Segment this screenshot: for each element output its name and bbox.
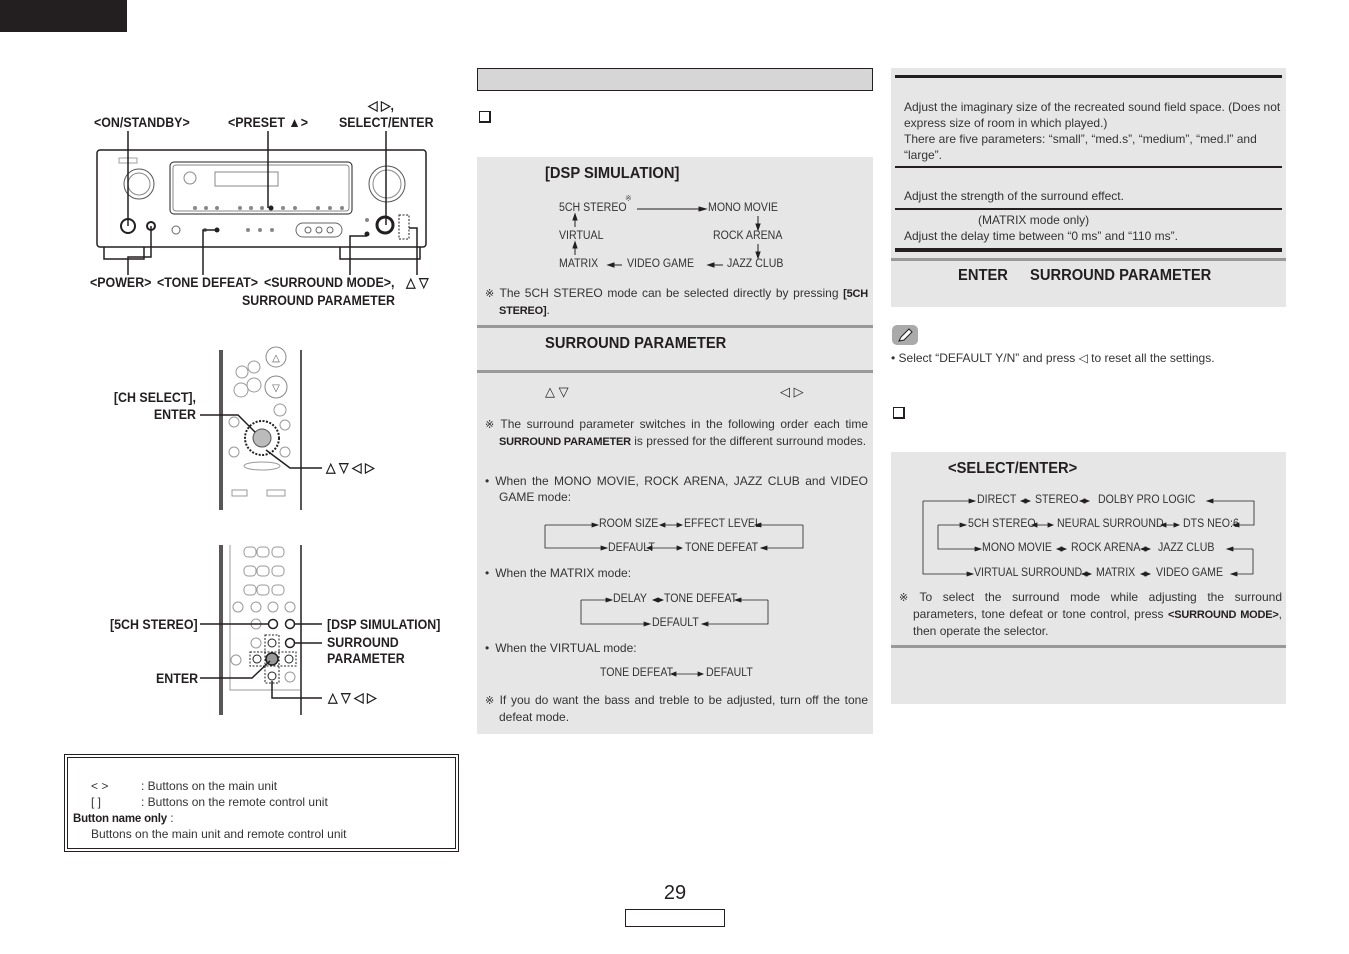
param-flow-arrows	[544, 522, 804, 677]
flow-virtual: VIRTUAL	[559, 230, 604, 242]
flow3-default: DEFAULT	[706, 667, 753, 679]
mode-virtual-surround: VIRTUAL SURROUND	[974, 567, 1083, 579]
svg-text:△: △	[272, 353, 280, 364]
delay-mode-note: (MATRIX mode only)	[978, 213, 1090, 227]
flow1-effect-level: EFFECT LEVEL	[684, 518, 761, 530]
page-number: 29	[663, 882, 687, 904]
mode-dts-neo6: DTS NEO:6	[1183, 518, 1239, 530]
5ch-stereo-label: [5CH STEREO]	[110, 617, 198, 632]
flow2-delay: DELAY	[613, 593, 647, 605]
mode-matrix: MATRIX	[1096, 567, 1136, 579]
section-header-bar	[477, 68, 873, 91]
mode-neural-surround: NEURAL SURROUND	[1057, 518, 1164, 530]
tone-defeat-label: <TONE DEFEAT>	[157, 275, 258, 290]
bullet-virtual-mode: • When the VIRTUAL mode:	[485, 641, 637, 655]
enter-label-remote2: ENTER	[156, 671, 199, 686]
flow2-tone-defeat: TONE DEFEAT	[664, 593, 738, 605]
surround-param-note: ※ The surround parameter switches in the …	[485, 417, 869, 448]
parameter-description-table: Adjust the imaginary size of the recreat…	[891, 68, 1286, 258]
mode-5ch-stereo: 5CH STEREO	[968, 518, 1036, 530]
dsp-simulation-label: [DSP SIMULATION]	[327, 617, 441, 632]
surround-mode-label: <SURROUND MODE>,	[264, 275, 395, 290]
dsp-note: ※ The 5CH STEREO mode can be selected dir…	[485, 286, 868, 317]
table-rule	[895, 208, 1282, 210]
mode-dolby-pro-logic: DOLBY PRO LOGIC	[1098, 494, 1196, 506]
symbol-legend-box: < >: Buttons on the main unit [ ]: Butto…	[64, 754, 459, 852]
flow1-tone-defeat: TONE DEFEAT	[685, 542, 759, 554]
select-enter-title: <SELECT/ENTER>	[948, 460, 1078, 477]
flow-rock-arena: ROCK ARENA	[713, 230, 783, 242]
legend-row-name-only: Button name only :	[73, 811, 174, 825]
svg-text:▽: ▽	[272, 383, 280, 394]
flow1-room-size: ROOM SIZE	[599, 518, 659, 530]
surround-label: SURROUND	[327, 635, 399, 650]
power-label: <POWER>	[90, 275, 152, 290]
legend-row-main-unit: < >: Buttons on the main unit	[91, 779, 278, 793]
mode-mono-movie: MONO MOVIE	[982, 542, 1052, 554]
table-rule	[895, 248, 1282, 252]
mode-flow-arrows	[922, 498, 1255, 577]
bullet-mono-movie-modes: • When the MONO MOVIE, ROCK ARENA, JAZZ C…	[485, 474, 868, 504]
on-standby-label: <ON/STANDBY>	[94, 115, 190, 130]
arrows-label-remote2: △ ▽ ◁ ▷	[328, 690, 377, 705]
bullet-matrix-mode: • When the MATRIX mode:	[485, 566, 632, 580]
legend-row-remote: [ ]: Buttons on the remote control unit	[91, 795, 328, 809]
surround-mode-note: ※ To select the surround mode while adjus…	[899, 590, 1282, 638]
up-down-label: △ ▽	[406, 275, 429, 290]
up-down-arrows: △ ▽	[545, 384, 569, 399]
enter-step-label: ENTER	[958, 267, 1008, 284]
checkbox-icon	[893, 407, 905, 419]
final-step-panel	[891, 648, 1286, 704]
arrows-label-remote1: △ ▽ ◁ ▷	[326, 460, 375, 475]
mode-rock-arena: ROCK ARENA	[1071, 542, 1141, 554]
dsp-simulation-title: [DSP SIMULATION]	[545, 165, 680, 182]
flow-5ch-stereo: 5CH STEREO	[559, 202, 627, 214]
flow2-default: DEFAULT	[652, 617, 699, 629]
surround-parameter-details: △ ▽ ◁ ▷ ※ The surround parameter switches…	[477, 373, 873, 734]
memo-default-reset: • Select “DEFAULT Y/N” and press ◁ to re…	[891, 351, 1215, 365]
flow-video-game: VIDEO GAME	[627, 258, 695, 270]
parameter-label: PARAMETER	[327, 651, 405, 666]
enter-label-remote1: ENTER	[153, 407, 196, 422]
surround-parameter-label: SURROUND PARAMETER	[242, 293, 395, 308]
select-enter-panel: <SELECT/ENTER> DIRECT STEREO DOLBY PRO L…	[891, 452, 1286, 645]
checkbox-icon	[479, 111, 491, 123]
tone-defeat-note: ※ If you do want the bass and treble to b…	[485, 693, 869, 724]
ch-select-label: [CH SELECT],	[113, 390, 196, 405]
remote-illustration-bottom	[200, 545, 322, 715]
table-rule	[895, 166, 1282, 168]
flow3-tone-defeat: TONE DEFEAT	[600, 667, 674, 679]
left-right-arrows: ◁ ▷	[780, 384, 804, 399]
page-label-box	[625, 909, 725, 927]
surround-parameter-step-label: SURROUND PARAMETER	[1030, 267, 1212, 284]
flow-matrix: MATRIX	[559, 258, 599, 270]
table-rule	[895, 75, 1282, 78]
dsp-simulation-panel: [DSP SIMULATION] ※ 5CH STEREO MONO MOVIE…	[477, 157, 873, 326]
flow-mono-movie: MONO MOVIE	[708, 202, 778, 214]
mode-stereo: STEREO	[1035, 494, 1079, 506]
enter-step-panel: ENTER SURROUND PARAMETER	[891, 261, 1286, 307]
legend-row-both: Buttons on the main unit and remote cont…	[91, 827, 347, 841]
mode-direct: DIRECT	[977, 494, 1017, 506]
effect-level-desc: Adjust the strength of the surround effe…	[904, 189, 1124, 203]
delay-desc: Adjust the delay time between “0 ms” and…	[904, 229, 1178, 243]
surround-parameter-panel: SURROUND PARAMETER	[477, 328, 873, 370]
flow-jazz-club: JAZZ CLUB	[727, 258, 784, 270]
room-size-desc: Adjust the imaginary size of the recreat…	[904, 100, 1281, 162]
pencil-icon	[892, 325, 918, 345]
preset-label: <PRESET ▲>	[228, 115, 308, 130]
surround-parameter-title: SURROUND PARAMETER	[545, 335, 727, 352]
mode-jazz-club: JAZZ CLUB	[1158, 542, 1215, 554]
select-arrows-label: ◁ ▷,	[368, 98, 395, 113]
language-tab	[0, 0, 127, 32]
select-enter-label: SELECT/ENTER	[339, 115, 434, 130]
mode-video-game: VIDEO GAME	[1156, 567, 1224, 579]
dsp-flow-arrows	[572, 206, 761, 268]
pencil-glyph	[898, 328, 913, 342]
